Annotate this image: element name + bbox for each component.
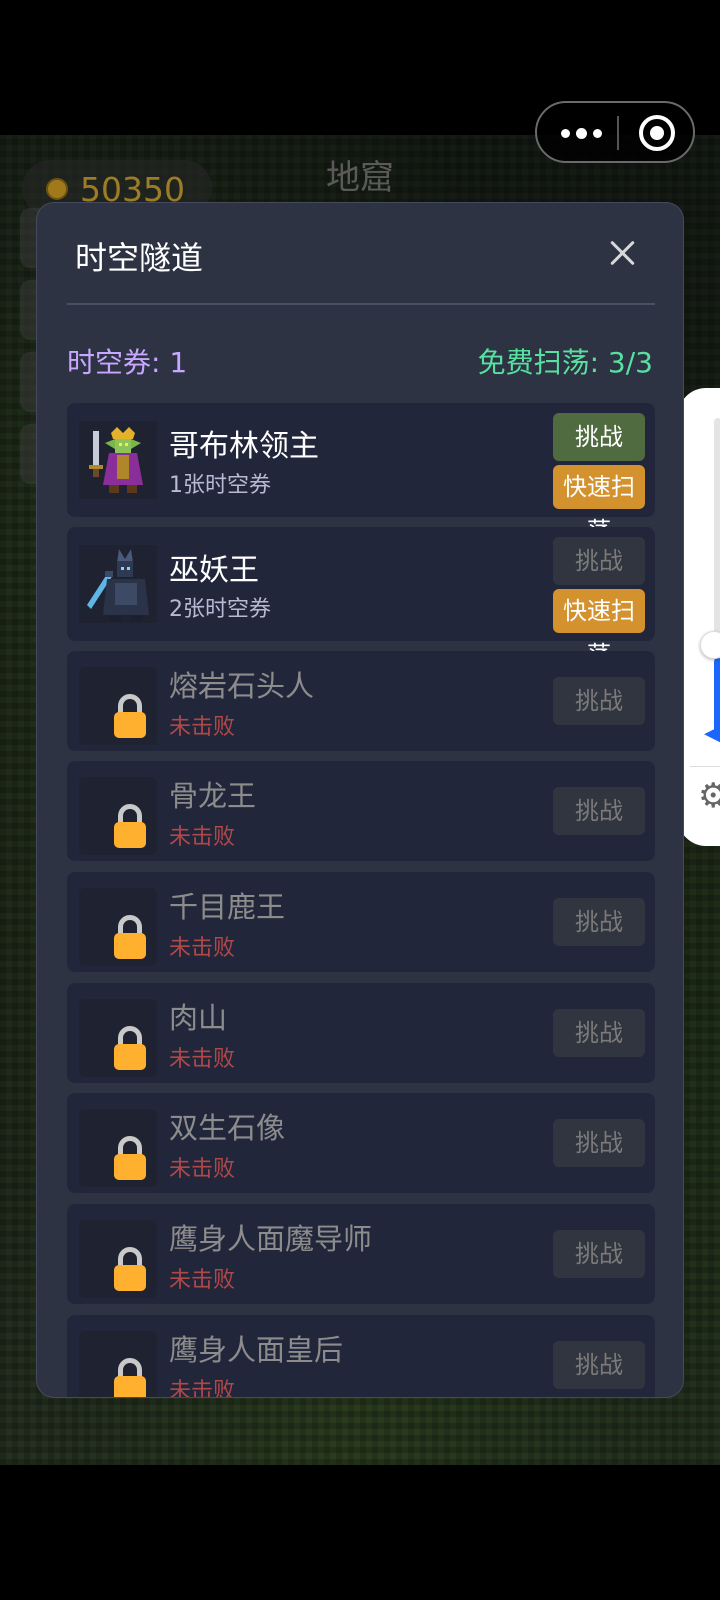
lock-icon — [114, 1026, 146, 1070]
boss-name: 骨龙王 — [169, 779, 257, 813]
boss-name: 鹰身人面皇后 — [169, 1333, 344, 1367]
boss-portrait — [79, 777, 157, 855]
lock-icon — [114, 694, 146, 738]
boss-status: 未击败 — [169, 1268, 236, 1293]
boss-portrait — [79, 1109, 157, 1187]
boss-status: 未击败 — [169, 715, 236, 740]
challenge-button[interactable]: 挑战 — [553, 1341, 645, 1389]
goblin-lord-portrait — [79, 421, 157, 499]
boss-name: 双生石像 — [169, 1111, 286, 1145]
challenge-button[interactable]: 挑战 — [553, 1119, 645, 1167]
capsule-divider — [617, 116, 619, 150]
challenge-button[interactable]: 挑战 — [553, 787, 645, 835]
panel-divider — [690, 766, 720, 767]
floating-control-panel: ◀ ⚙ — [678, 388, 720, 846]
boss-status: 未击败 — [169, 1379, 236, 1398]
close-miniprogram-icon[interactable] — [639, 115, 675, 151]
boss-name: 巫妖王 — [169, 553, 259, 588]
lich-king-portrait — [79, 545, 157, 623]
boss-status: 未击败 — [169, 1047, 236, 1072]
volume-slider-knob[interactable] — [700, 631, 720, 659]
boss-portrait — [79, 1220, 157, 1298]
boss-name: 熔岩石头人 — [169, 669, 315, 703]
boss-portrait — [79, 1331, 157, 1397]
boss-portrait — [79, 999, 157, 1077]
challenge-button[interactable]: 挑战 — [553, 677, 645, 725]
boss-cost: 2张时空券 — [169, 597, 271, 622]
challenge-button[interactable]: 挑战 — [553, 537, 645, 585]
quick-sweep-button[interactable]: 快速扫荡 — [553, 589, 645, 669]
free-sweep-count: 免费扫荡: 3/3 — [477, 346, 653, 379]
ticket-count: 时空券: 1 — [67, 346, 188, 379]
boss-name: 鹰身人面魔导师 — [169, 1222, 373, 1256]
boss-name: 千目鹿王 — [169, 890, 286, 924]
lock-icon — [114, 1358, 146, 1397]
boss-row: 骨龙王 未击败 挑战 — [67, 761, 655, 861]
boss-portrait — [79, 421, 157, 499]
boss-name: 肉山 — [169, 1001, 228, 1035]
more-options-icon[interactable] — [557, 116, 609, 150]
boss-status: 未击败 — [169, 825, 236, 850]
bottom-bar — [0, 1466, 720, 1600]
boss-status: 未击败 — [169, 936, 236, 961]
quick-sweep-button[interactable]: 快速扫荡 — [553, 465, 645, 545]
challenge-button[interactable]: 挑战 — [553, 898, 645, 946]
boss-row: 熔岩石头人 未击败 挑战 — [67, 651, 655, 751]
lock-icon — [114, 1247, 146, 1291]
boss-row: 鹰身人面皇后 未击败 挑战 — [67, 1315, 655, 1398]
close-icon[interactable] — [603, 233, 643, 273]
mini-program-capsule — [535, 101, 695, 163]
boss-row: 鹰身人面魔导师 未击败 挑战 — [67, 1204, 655, 1304]
boss-portrait — [79, 545, 157, 623]
lock-icon — [114, 804, 146, 848]
lock-icon — [114, 1136, 146, 1180]
speaker-icon[interactable]: ◀ — [704, 718, 720, 748]
gear-icon[interactable]: ⚙ — [698, 776, 720, 816]
boss-row: 肉山 未击败 挑战 — [67, 983, 655, 1083]
modal-title: 时空隧道 — [75, 239, 204, 277]
boss-row: 巫妖王 2张时空券 挑战 快速扫荡 — [67, 527, 655, 669]
boss-status: 未击败 — [169, 1157, 236, 1182]
time-tunnel-modal: 时空隧道 时空券: 1 免费扫荡: 3/3 哥布林领主 1张时空券 挑战 快速扫… — [36, 202, 684, 1398]
boss-portrait — [79, 667, 157, 745]
boss-row: 千目鹿王 未击败 挑战 — [67, 872, 655, 972]
lock-icon — [114, 915, 146, 959]
boss-row: 双生石像 未击败 挑战 — [67, 1093, 655, 1193]
boss-portrait — [79, 888, 157, 966]
modal-divider — [67, 303, 655, 305]
challenge-button[interactable]: 挑战 — [553, 1230, 645, 1278]
boss-row: 哥布林领主 1张时空券 挑战 快速扫荡 — [67, 403, 655, 545]
boss-cost: 1张时空券 — [169, 473, 271, 498]
boss-name: 哥布林领主 — [169, 429, 319, 464]
challenge-button[interactable]: 挑战 — [553, 1009, 645, 1057]
challenge-button[interactable]: 挑战 — [553, 413, 645, 461]
